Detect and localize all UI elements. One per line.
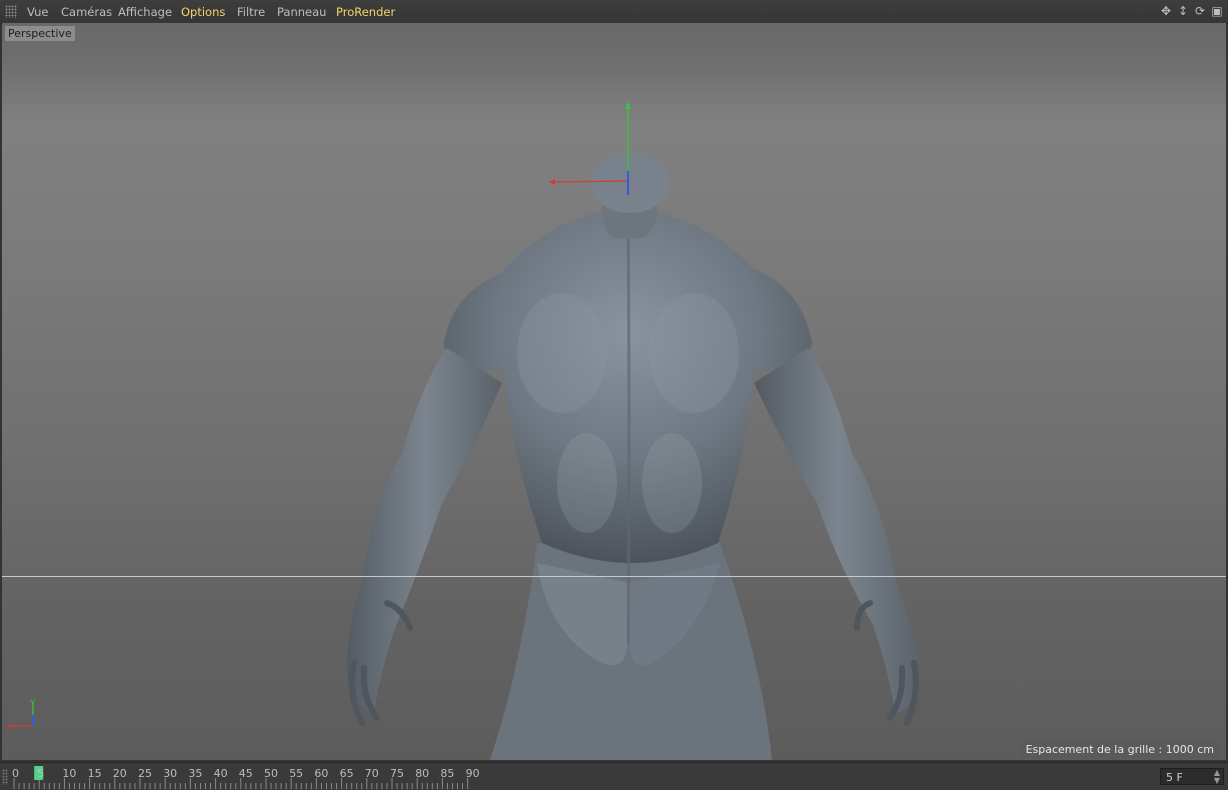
timeline-tick-label: 50 <box>264 767 278 780</box>
timeline-tick-label: 75 <box>390 767 404 780</box>
timeline-tick-label: 20 <box>112 767 127 780</box>
menu-filtre[interactable]: Filtre <box>237 5 265 19</box>
world-axis-indicator: Y X <box>6 699 36 733</box>
rotate-view-icon[interactable]: ⟳ <box>1193 3 1207 19</box>
timeline-tick-label: 90 <box>465 767 480 780</box>
timeline-tick-label: 65 <box>339 767 354 780</box>
menu-options[interactable]: Options <box>181 5 225 19</box>
timeline-tick-label: 10 <box>62 767 77 780</box>
object-axis-gizmo[interactable] <box>549 102 631 195</box>
timeline-tick-label: 5 <box>37 767 45 780</box>
character-model[interactable]: Y X <box>2 23 1226 760</box>
timeline-tick-label: 30 <box>163 767 178 780</box>
timeline-tick-label: 25 <box>138 767 152 780</box>
menu-vue[interactable]: Vue <box>27 5 48 19</box>
timeline-tick-label: 45 <box>238 767 253 780</box>
viewport-menubar: Vue Caméras Affichage Options Filtre Pan… <box>0 0 1228 24</box>
grid-horizon-line <box>2 576 1226 577</box>
frame-stepper-icon[interactable]: ▲ ▼ <box>1214 769 1220 785</box>
timeline-tick-label: 35 <box>188 767 203 780</box>
grid-spacing-label: Espacement de la grille : 1000 cm <box>1019 741 1220 758</box>
menu-prorender[interactable]: ProRender <box>336 5 395 19</box>
timeline-tick-label: 60 <box>314 767 329 780</box>
timeline-tick-label: 85 <box>440 767 455 780</box>
timeline-tick-label: 40 <box>213 767 228 780</box>
move-view-icon[interactable]: ✥ <box>1159 3 1173 19</box>
timeline-tick-label: 70 <box>364 767 379 780</box>
panel-grip-icon[interactable] <box>5 5 17 18</box>
maximize-view-icon[interactable]: ▣ <box>1210 3 1224 19</box>
current-frame-field[interactable]: 5 F ▲ ▼ <box>1160 768 1224 785</box>
current-frame-value: 5 F <box>1166 771 1183 784</box>
3d-viewport[interactable]: Y X Perspective Espacement de la grille … <box>2 23 1226 760</box>
timeline-tick-label: 55 <box>289 767 304 780</box>
menu-panneau[interactable]: Panneau <box>277 5 326 19</box>
dolly-view-icon[interactable]: ↕ <box>1176 3 1190 19</box>
menu-affichage[interactable]: Affichage <box>118 5 172 19</box>
timeline-tick-label: 80 <box>415 767 430 780</box>
camera-label[interactable]: Perspective <box>5 26 75 41</box>
timeline-tick-label: 15 <box>87 767 102 780</box>
axis-y-label: Y <box>29 699 36 709</box>
axis-x-label: X <box>6 723 12 733</box>
character-body <box>347 153 922 760</box>
timeline-tick-label: 0 <box>12 767 19 780</box>
timeline-bar[interactable]: 0 5 10 15 20 25 30 35 40 45 50 55 60 65 70 75 80 85 90 5 F… <box>0 762 1228 790</box>
menu-cameras[interactable]: Caméras <box>61 5 112 19</box>
